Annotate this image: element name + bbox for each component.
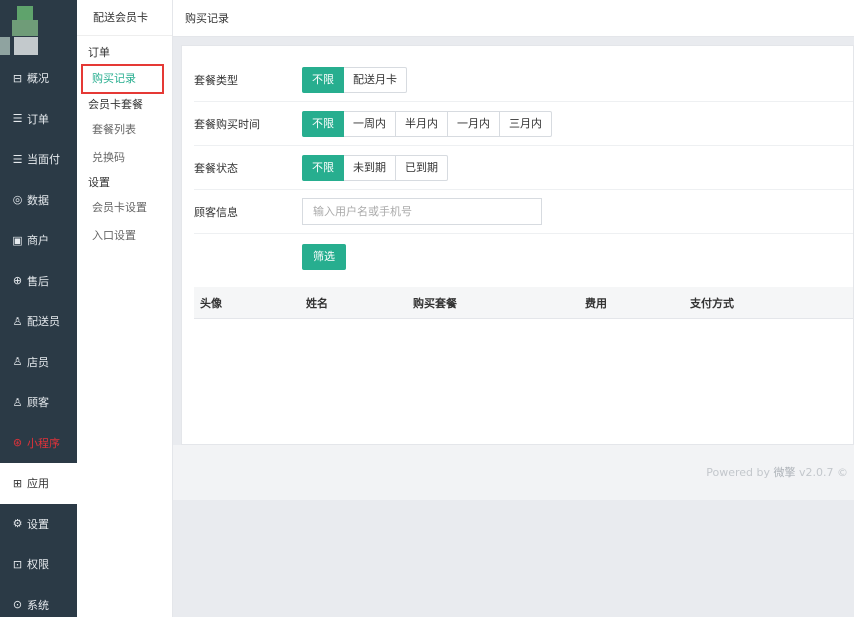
status-filter-option[interactable]: 已到期 — [396, 154, 448, 181]
filter-label-customer: 顾客信息 — [194, 205, 238, 219]
page-header: 购买记录 — [173, 0, 854, 37]
filter-label-time: 套餐购买时间 — [194, 117, 260, 131]
nav-item-label: 售后 — [27, 274, 49, 288]
subnav-item-package-list[interactable]: 套餐列表 — [77, 116, 172, 144]
nav-item-label: 概况 — [27, 72, 49, 86]
subnav-item-redeem-code[interactable]: 兑换码 — [77, 144, 172, 172]
column-package: 购买套餐 — [413, 296, 457, 310]
page-title: 购买记录 — [185, 12, 229, 25]
column-payment-method: 支付方式 — [690, 296, 734, 310]
system-icon: ⊙ — [12, 598, 23, 612]
filter-time-group: 不限 一周内 半月内 一月内 三月内 — [302, 110, 552, 137]
miniprogram-icon: ⊛ — [12, 436, 23, 450]
nav-item-overview[interactable]: ⊟ 概况 — [0, 58, 77, 99]
subnav-title: 配送会员卡 — [77, 0, 172, 36]
nav-item-data[interactable]: ◎ 数据 — [0, 180, 77, 221]
subnav-item-purchase-records[interactable]: 购买记录 — [81, 64, 164, 94]
clerk-icon: ♙ — [12, 355, 23, 369]
settings-icon: ⚙ — [12, 517, 23, 531]
table-header: 头像 姓名 购买套餐 费用 支付方式 — [194, 287, 853, 319]
filter-status-group: 不限 未到期 已到期 — [302, 154, 448, 181]
lock-icon: ⊡ — [12, 557, 23, 571]
nav-item-apps[interactable]: ⊞ 应用 — [0, 463, 77, 504]
logo — [0, 0, 77, 58]
type-filter-option[interactable]: 配送月卡 — [344, 66, 407, 93]
nav-item-label: 商户 — [27, 234, 49, 248]
nav-item-store[interactable]: ▣ 商户 — [0, 220, 77, 261]
nav-item-customer[interactable]: ♙ 顾客 — [0, 382, 77, 423]
customer-icon: ♙ — [12, 395, 23, 409]
nav-item-label: 店员 — [27, 355, 49, 369]
filter-row-customer: 顾客信息 — [194, 190, 853, 234]
sub-sidebar: 配送会员卡 订单 购买记录 会员卡套餐 套餐列表 兑换码 设置 会员卡设置 入口… — [77, 0, 173, 617]
nav-item-system[interactable]: ⊙ 系统 — [0, 585, 77, 617]
nav-item-clerk[interactable]: ♙ 店员 — [0, 342, 77, 383]
subnav-item-entry-settings[interactable]: 入口设置 — [77, 222, 172, 250]
footer-version: v2.0.7 © — [799, 466, 848, 479]
data-icon: ◎ — [12, 193, 23, 207]
nav-item-label: 系统 — [27, 598, 49, 612]
nav-item-label: 顾客 — [27, 396, 49, 410]
time-filter-option[interactable]: 一月内 — [448, 110, 500, 137]
subnav-group-order: 订单 — [88, 46, 110, 59]
filter-type-group: 不限 配送月卡 — [302, 66, 407, 93]
nav-item-order[interactable]: ☰ 订单 — [0, 99, 77, 140]
nav-item-label: 设置 — [27, 517, 49, 531]
main-sidebar: ⊟ 概况 ☰ 订单 ☰ 当面付 ◎ 数据 ▣ 商户 ⊕ 售后 ♙ 配送员 ♙ 店员 ♙ 顾客 ⊛ 小程序 ⊞ 应用 ⚙ 设置 ⊡… — [0, 0, 77, 617]
filter-label-status: 套餐状态 — [194, 161, 238, 175]
footer: Powered by 微擎 v2.0.7 © — [173, 445, 854, 500]
nav-item-label: 小程序 — [27, 436, 60, 450]
pay-icon: ☰ — [12, 152, 23, 166]
subnav-item-card-settings[interactable]: 会员卡设置 — [77, 194, 172, 222]
footer-brand: 微擎 — [773, 466, 796, 479]
time-filter-option[interactable]: 一周内 — [344, 110, 396, 137]
customer-search-input[interactable] — [302, 198, 542, 225]
apps-icon: ⊞ — [12, 476, 23, 490]
nav-item-label: 订单 — [27, 112, 49, 126]
status-filter-option[interactable]: 不限 — [302, 154, 344, 181]
column-fee: 费用 — [585, 296, 607, 310]
nav-item-label: 当面付 — [27, 153, 60, 167]
subnav-group-settings: 设置 — [88, 176, 110, 189]
filter-row-status: 套餐状态 不限 未到期 已到期 — [194, 146, 853, 190]
nav-item-label: 数据 — [27, 193, 49, 207]
content-card: 套餐类型 不限 配送月卡 套餐购买时间 不限 一周内 半月内 一月内 三月内 套餐状态 不… — [181, 45, 854, 445]
overview-icon: ⊟ — [12, 71, 23, 85]
time-filter-option[interactable]: 三月内 — [500, 110, 552, 137]
time-filter-option[interactable]: 不限 — [302, 110, 344, 137]
order-icon: ☰ — [12, 112, 23, 126]
nav-item-aftersale[interactable]: ⊕ 售后 — [0, 261, 77, 302]
nav-item-label: 应用 — [27, 477, 49, 491]
nav-item-pay[interactable]: ☰ 当面付 — [0, 139, 77, 180]
aftersale-icon: ⊕ — [12, 274, 23, 288]
filter-label-type: 套餐类型 — [194, 73, 238, 87]
nav-item-label: 配送员 — [27, 315, 60, 329]
nav-item-courier[interactable]: ♙ 配送员 — [0, 301, 77, 342]
nav-item-lock[interactable]: ⊡ 权限 — [0, 544, 77, 585]
nav-item-label: 权限 — [27, 558, 49, 572]
courier-icon: ♙ — [12, 314, 23, 328]
column-avatar: 头像 — [200, 296, 222, 310]
filter-row-time: 套餐购买时间 不限 一周内 半月内 一月内 三月内 — [194, 102, 853, 146]
nav-item-miniprogram[interactable]: ⊛ 小程序 — [0, 423, 77, 464]
filter-row-type: 套餐类型 不限 配送月卡 — [194, 58, 853, 102]
column-name: 姓名 — [306, 296, 328, 310]
nav-item-settings[interactable]: ⚙ 设置 — [0, 504, 77, 545]
time-filter-option[interactable]: 半月内 — [396, 110, 448, 137]
subnav-group-card-package: 会员卡套餐 — [88, 98, 143, 111]
store-icon: ▣ — [12, 233, 23, 247]
status-filter-option[interactable]: 未到期 — [344, 154, 396, 181]
type-filter-option[interactable]: 不限 — [302, 66, 344, 93]
filter-button[interactable]: 筛选 — [302, 244, 346, 270]
footer-powered-by: Powered by — [706, 466, 770, 479]
